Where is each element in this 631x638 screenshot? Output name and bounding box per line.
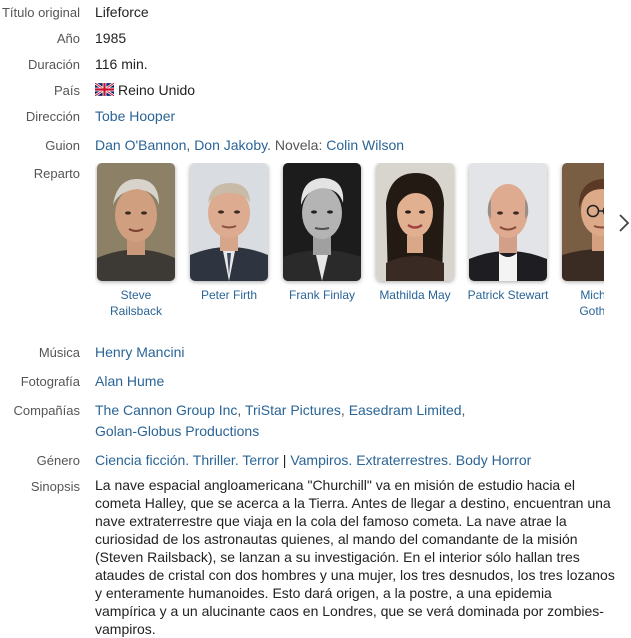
cast-name[interactable]: Frank Finlay — [279, 287, 365, 303]
novel-prefix: . Novela: — [267, 137, 327, 153]
topic-link-body-horror[interactable]: Body Horror — [456, 452, 531, 468]
writer-link-obannon[interactable]: Dan O'Bannon — [95, 137, 186, 153]
director-link[interactable]: Tobe Hooper — [95, 108, 175, 124]
country-name: Reino Unido — [118, 82, 196, 98]
company-separator: , — [461, 402, 466, 418]
cast-name[interactable]: Michael Gothard — [558, 287, 604, 319]
genre-separator: . — [185, 452, 193, 468]
companies-value: The Cannon Group Inc, TriStar Pictures, … — [95, 400, 515, 442]
music-value: Henry Mancini — [95, 342, 184, 363]
label-music: Música — [38, 345, 80, 360]
cast-photo[interactable] — [97, 163, 175, 281]
genre-value: Ciencia ficción. Thriller. Terror | Vamp… — [95, 450, 531, 471]
company-link-easedram[interactable]: Easedram Limited — [349, 402, 462, 418]
cast-photo[interactable] — [469, 163, 547, 281]
topic-link-vampiros[interactable]: Vampiros — [290, 452, 348, 468]
country-value: Reino Unido — [95, 80, 195, 101]
uk-flag-icon — [95, 83, 114, 96]
company-separator: , — [237, 402, 245, 418]
chevron-right-icon[interactable] — [617, 212, 631, 234]
cast-photo[interactable] — [376, 163, 454, 281]
screenplay-value: Dan O'Bannon, Don Jakoby. Novela: Colin … — [95, 135, 404, 156]
label-photography: Fotografía — [20, 374, 80, 389]
synopsis-text: La nave espacial angloamericana "Churchi… — [95, 477, 615, 637]
genre-link-terror[interactable]: Terror — [242, 452, 279, 468]
label-companies: Compañías — [13, 403, 80, 418]
cast-name[interactable]: Mathilda May — [372, 287, 458, 303]
cast-name[interactable]: Peter Firth — [186, 287, 272, 303]
cast-name[interactable]: Steve Railsback — [95, 287, 179, 319]
topic-link-extraterrestres[interactable]: Extraterrestres — [356, 452, 448, 468]
cast-photo[interactable] — [562, 163, 604, 281]
cast-name[interactable]: Patrick Stewart — [465, 287, 551, 303]
company-separator: , — [340, 402, 349, 418]
genre-bar-separator: | — [278, 452, 291, 468]
writer-link-jakoby[interactable]: Don Jakoby — [194, 137, 267, 153]
cast-photo[interactable] — [190, 163, 268, 281]
cast-carousel: Steve Railsback Peter Firth Frank Finlay… — [95, 163, 604, 323]
year-value: 1985 — [95, 30, 127, 46]
label-year: Año — [56, 31, 80, 46]
label-synopsis: Sinopsis — [30, 479, 80, 494]
label-duration: Duración — [27, 57, 80, 72]
cast-card-frank-finlay[interactable]: Frank Finlay — [279, 163, 365, 303]
director-value: Tobe Hooper — [95, 106, 175, 127]
label-cast: Reparto — [33, 166, 80, 181]
novelist-link[interactable]: Colin Wilson — [326, 137, 404, 153]
genre-link-scifi[interactable]: Ciencia ficción — [95, 452, 185, 468]
label-country: País — [53, 83, 80, 98]
duration-value: 116 min. — [95, 56, 148, 72]
original-title-value: Lifeforce — [95, 4, 149, 20]
topic-separator: . — [448, 452, 456, 468]
cast-card-steve-railsback[interactable]: Steve Railsback — [95, 163, 179, 319]
company-link-tristar[interactable]: TriStar Pictures — [245, 402, 341, 418]
company-link-golan-globus[interactable]: Golan-Globus Productions — [95, 423, 259, 439]
cast-card-michael-gothard[interactable]: Michael Gothard — [558, 163, 604, 319]
cast-card-patrick-stewart[interactable]: Patrick Stewart — [465, 163, 551, 303]
cast-card-mathilda-may[interactable]: Mathilda May — [372, 163, 458, 303]
cast-card-peter-firth[interactable]: Peter Firth — [186, 163, 272, 303]
label-original-title: Título original — [1, 5, 80, 20]
cast-photo[interactable] — [283, 163, 361, 281]
label-screenplay: Guion — [45, 138, 80, 153]
cinematographer-link[interactable]: Alan Hume — [95, 373, 164, 389]
company-link-cannon[interactable]: The Cannon Group Inc — [95, 402, 237, 418]
label-genre: Género — [36, 453, 80, 468]
photography-value: Alan Hume — [95, 371, 164, 392]
label-director: Dirección — [25, 109, 80, 124]
genre-link-thriller[interactable]: Thriller — [193, 452, 235, 468]
composer-link[interactable]: Henry Mancini — [95, 344, 184, 360]
